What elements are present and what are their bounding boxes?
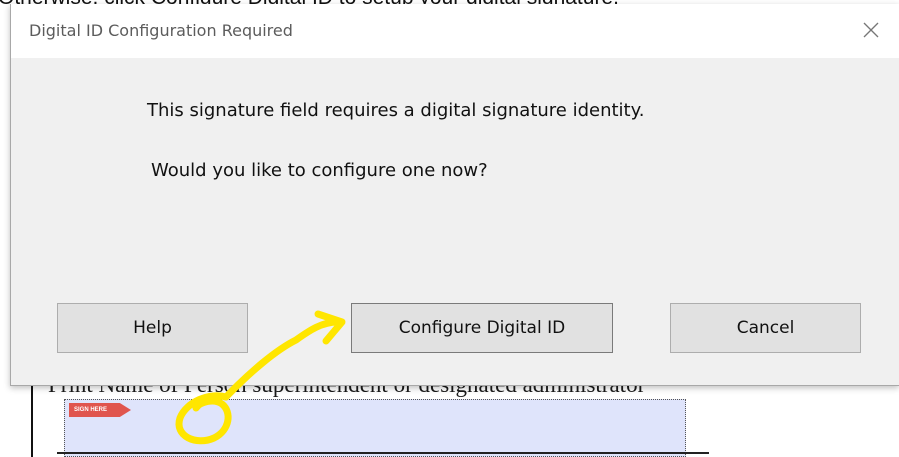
cancel-button[interactable]: Cancel [670, 303, 861, 353]
dialog-titlebar[interactable]: Digital ID Configuration Required [11, 4, 899, 58]
pdf-margin-rule [31, 380, 33, 457]
help-button[interactable]: Help [57, 303, 248, 353]
signature-field[interactable]: SIGN HERE [64, 399, 686, 457]
dialog-question: Would you like to configure one now? [151, 160, 488, 181]
close-button[interactable] [851, 12, 891, 48]
sign-here-tag: SIGN HERE [69, 403, 131, 417]
signature-underline [57, 452, 709, 454]
digital-id-dialog: Digital ID Configuration Required This s… [10, 4, 899, 386]
dialog-message: This signature field requires a digital … [147, 100, 645, 121]
configure-digital-id-button[interactable]: Configure Digital ID [351, 303, 613, 353]
close-icon [863, 22, 879, 38]
dialog-title: Digital ID Configuration Required [29, 21, 293, 40]
